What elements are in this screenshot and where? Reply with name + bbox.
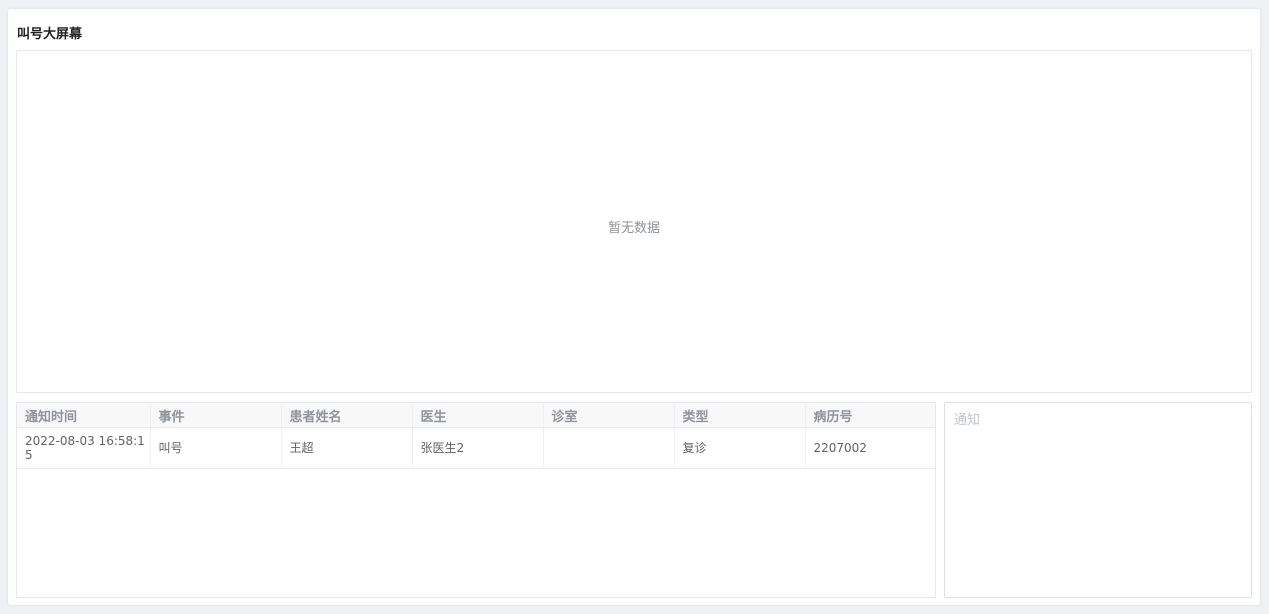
main-card: 叫号大屏幕 暂无数据 通知时间 事件 患者姓名 医生 诊室 类型 病历号 202… xyxy=(8,9,1260,605)
table-header-row: 通知时间 事件 患者姓名 医生 诊室 类型 病历号 xyxy=(17,403,935,428)
page-title: 叫号大屏幕 xyxy=(17,27,83,42)
table-row[interactable]: 2022-08-03 16:58:15 叫号 王超 张医生2 复诊 220700… xyxy=(17,427,935,469)
cell-record-number: 2207002 xyxy=(805,427,935,469)
notification-table: 通知时间 事件 患者姓名 医生 诊室 类型 病历号 2022-08-03 16:… xyxy=(16,402,936,598)
column-header-type[interactable]: 类型 xyxy=(674,403,806,428)
notification-table-grid: 通知时间 事件 患者姓名 医生 诊室 类型 病历号 2022-08-03 16:… xyxy=(17,403,935,469)
cell-doctor: 张医生2 xyxy=(412,427,544,469)
cell-type: 复诊 xyxy=(674,427,806,469)
cell-patient-name: 王超 xyxy=(281,427,413,469)
cell-room xyxy=(543,427,675,469)
empty-data-text: 暂无数据 xyxy=(607,221,660,236)
column-header-notify-time[interactable]: 通知时间 xyxy=(17,403,151,428)
column-header-record-number[interactable]: 病历号 xyxy=(805,403,935,428)
column-header-doctor[interactable]: 医生 xyxy=(412,403,544,428)
cell-notify-time: 2022-08-03 16:58:15 xyxy=(17,427,151,469)
column-header-room[interactable]: 诊室 xyxy=(543,403,675,428)
notify-textarea[interactable] xyxy=(944,402,1252,598)
column-header-event[interactable]: 事件 xyxy=(150,403,282,428)
call-screen-panel: 暂无数据 xyxy=(16,50,1252,393)
column-header-patient-name[interactable]: 患者姓名 xyxy=(281,403,413,428)
cell-event: 叫号 xyxy=(150,427,282,469)
